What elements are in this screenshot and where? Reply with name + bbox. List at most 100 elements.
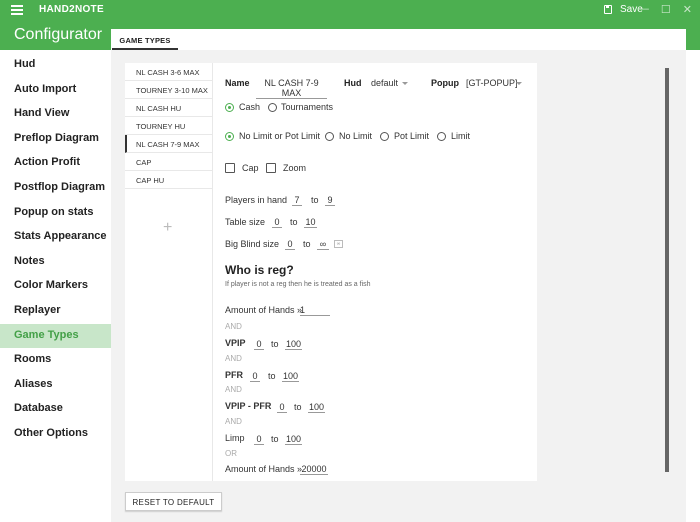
vpip-to-input[interactable]: 100 <box>285 339 302 350</box>
pl-radio[interactable] <box>380 132 389 141</box>
game-types-card: NL CASH 3-6 MAX TOURNEY 3-10 MAX NL CASH… <box>125 63 537 481</box>
amount-hands-label-2: Amount of Hands » <box>225 464 303 474</box>
to-label: to <box>290 217 298 227</box>
sidebar-item-auto-import[interactable]: Auto Import <box>0 78 111 103</box>
infinity-toggle-icon[interactable]: ∞ <box>334 240 343 248</box>
tournaments-label: Tournaments <box>281 102 334 112</box>
sidebar-item-database[interactable]: Database <box>0 397 111 422</box>
cap-checkbox[interactable] <box>225 163 235 173</box>
limp-to-input[interactable]: 100 <box>285 434 302 445</box>
sidebar-item-other-options[interactable]: Other Options <box>0 422 111 447</box>
vpip-from-input[interactable]: 0 <box>254 339 264 350</box>
game-types-list: NL CASH 3-6 MAX TOURNEY 3-10 MAX NL CASH… <box>125 63 212 481</box>
players-to-input[interactable]: 9 <box>325 195 335 206</box>
sidebar-item-preflop-diagram[interactable]: Preflop Diagram <box>0 127 111 152</box>
popup-label: Popup <box>431 78 459 88</box>
maximize-icon[interactable]: ☐ <box>661 3 671 16</box>
zoom-label: Zoom <box>283 163 307 173</box>
sidebar-item-stats-appearance[interactable]: Stats Appearance <box>0 225 111 250</box>
or-label: OR <box>225 449 237 458</box>
cap-label: Cap <box>242 163 259 173</box>
to-label: to <box>268 371 276 381</box>
reg-subtitle: If player is not a reg then he is treate… <box>225 281 371 288</box>
nl-pl-radio[interactable] <box>225 132 234 141</box>
popup-select[interactable]: [GT-POPUP] <box>466 78 518 88</box>
to-label: to <box>271 434 279 444</box>
sidebar: Configurator Hud Auto Import Hand View P… <box>0 21 111 522</box>
name-label: Name <box>225 78 250 88</box>
sidebar-item-game-types[interactable]: Game Types <box>0 323 111 349</box>
list-item[interactable]: NL CASH HU <box>125 99 212 117</box>
minimize-icon[interactable]: — <box>638 3 649 16</box>
and-label: AND <box>225 385 242 394</box>
sidebar-item-notes[interactable]: Notes <box>0 250 111 275</box>
hud-select[interactable]: default <box>371 78 398 88</box>
table-size-to-input[interactable]: 10 <box>304 217 317 228</box>
reg-heading: Who is reg? <box>225 263 294 277</box>
and-label: AND <box>225 354 242 363</box>
game-type-form: Name NL CASH 7-9 MAX Hud default Popup [… <box>213 63 537 481</box>
limp-label: Limp <box>225 433 245 443</box>
to-label: to <box>271 339 279 349</box>
pfr-from-input[interactable]: 0 <box>250 371 260 382</box>
add-game-type-icon[interactable]: + <box>163 219 172 237</box>
players-from-input[interactable]: 7 <box>292 195 302 206</box>
amount-hands-label: Amount of Hands » <box>225 305 303 315</box>
name-input[interactable]: NL CASH 7-9 MAX <box>256 78 327 99</box>
list-item[interactable]: CAP <box>125 153 212 171</box>
nl-radio[interactable] <box>325 132 334 141</box>
to-label: to <box>311 195 319 205</box>
sidebar-item-postflop-diagram[interactable]: Postflop Diagram <box>0 176 111 201</box>
title-bar: HAND2NOTE Save — ☐ ✕ <box>0 0 700 21</box>
tournaments-radio[interactable] <box>268 103 277 112</box>
window-border <box>686 21 700 522</box>
reset-to-default-button[interactable]: RESET TO DEFAULT <box>125 492 222 511</box>
fl-label: Limit <box>451 131 471 141</box>
sidebar-item-popup-on-stats[interactable]: Popup on stats <box>0 201 111 226</box>
tab-game-types[interactable]: GAME TYPES <box>112 29 178 50</box>
sidebar-item-hand-view[interactable]: Hand View <box>0 102 111 127</box>
big-blind-to-input[interactable]: ∞ <box>317 239 329 250</box>
sidebar-item-aliases[interactable]: Aliases <box>0 373 111 398</box>
scrollbar[interactable] <box>665 68 669 472</box>
chevron-down-icon[interactable] <box>402 82 408 85</box>
and-label: AND <box>225 322 242 331</box>
pfr-to-input[interactable]: 100 <box>282 371 299 382</box>
main-panel: GAME TYPES NL CASH 3-6 MAX TOURNEY 3-10 … <box>111 29 686 522</box>
sidebar-item-color-markers[interactable]: Color Markers <box>0 274 111 299</box>
list-item[interactable]: NL CASH 3-6 MAX <box>125 63 212 81</box>
sidebar-item-action-profit[interactable]: Action Profit <box>0 151 111 176</box>
nl-label: No Limit <box>339 131 373 141</box>
players-in-hand-label: Players in hand <box>225 195 288 205</box>
big-blind-from-input[interactable]: 0 <box>285 239 295 250</box>
hamburger-menu-icon[interactable] <box>11 5 23 15</box>
cash-label: Cash <box>239 102 261 112</box>
big-blind-label: Big Blind size <box>225 239 280 249</box>
and-label: AND <box>225 417 242 426</box>
table-size-label: Table size <box>225 217 266 227</box>
nl-pl-label: No Limit or Pot Limit <box>239 131 321 141</box>
limp-from-input[interactable]: 0 <box>254 434 264 445</box>
sidebar-item-replayer[interactable]: Replayer <box>0 299 111 324</box>
amount-hands-input[interactable]: 1 <box>300 305 330 316</box>
close-icon[interactable]: ✕ <box>683 3 692 16</box>
vpip-pfr-label: VPIP - PFR <box>225 401 272 411</box>
pl-label: Pot Limit <box>394 131 430 141</box>
list-item-selected[interactable]: NL CASH 7-9 MAX <box>125 135 212 153</box>
amount-hands-input-2[interactable]: 20000 <box>300 464 328 475</box>
vpip-pfr-to-input[interactable]: 100 <box>308 402 325 413</box>
table-size-from-input[interactable]: 0 <box>272 217 282 228</box>
list-item[interactable]: TOURNEY HU <box>125 117 212 135</box>
vpip-pfr-from-input[interactable]: 0 <box>277 402 287 413</box>
chevron-down-icon[interactable] <box>516 82 522 85</box>
save-icon <box>604 5 612 14</box>
cash-radio[interactable] <box>225 103 234 112</box>
fl-radio[interactable] <box>437 132 446 141</box>
tab-bar: GAME TYPES <box>111 29 686 50</box>
to-label: to <box>294 402 302 412</box>
sidebar-item-hud[interactable]: Hud <box>0 53 111 78</box>
list-item[interactable]: TOURNEY 3-10 MAX <box>125 81 212 99</box>
zoom-checkbox[interactable] <box>266 163 276 173</box>
sidebar-item-rooms[interactable]: Rooms <box>0 348 111 373</box>
list-item[interactable]: CAP HU <box>125 171 212 189</box>
